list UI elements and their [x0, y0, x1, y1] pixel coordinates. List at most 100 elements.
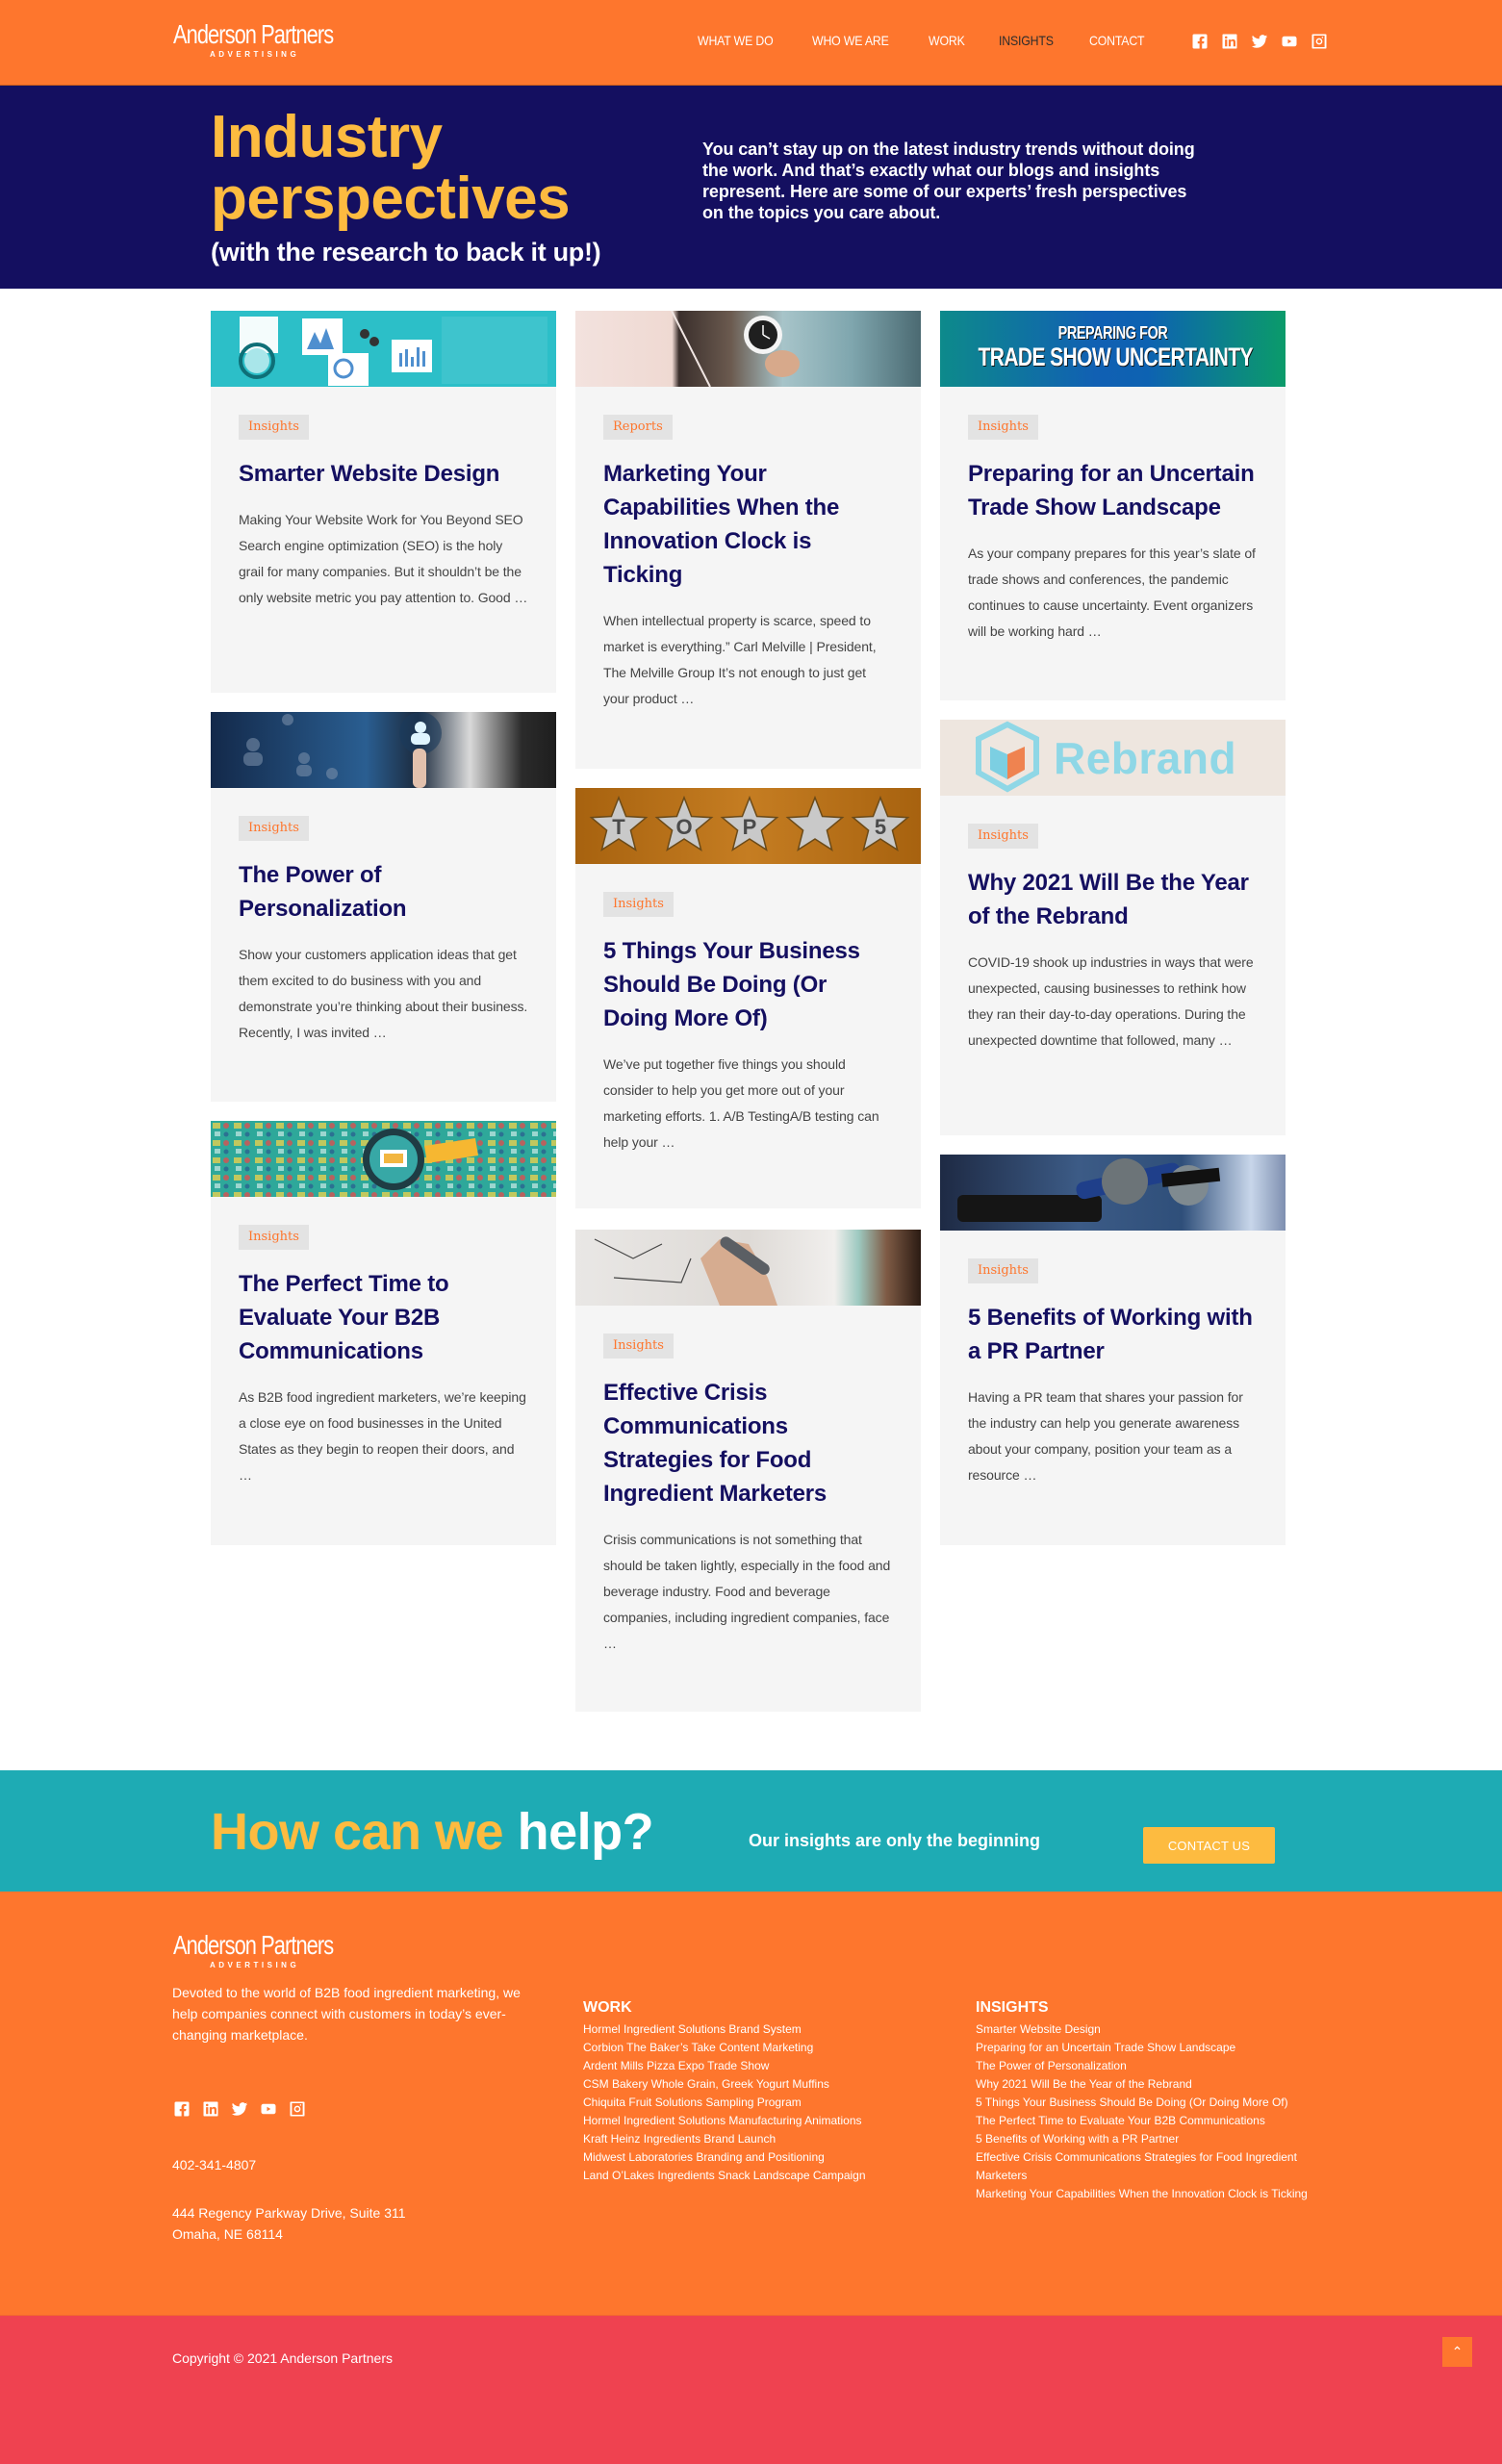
footer-address: 444 Regency Parkway Drive, Suite 311 Oma…: [172, 2202, 406, 2245]
footer-work-link[interactable]: Midwest Laboratories Branding and Positi…: [583, 2148, 866, 2167]
twitter-icon[interactable]: [231, 2100, 248, 2118]
logo-name: Anderson Partners: [173, 19, 334, 49]
footer-work-link[interactable]: Chiquita Fruit Solutions Sampling Progra…: [583, 2094, 866, 2112]
footer-insight-link[interactable]: Marketing Your Capabilities When the Inn…: [976, 2185, 1341, 2203]
footer-logo[interactable]: Anderson Partners ADVERTISING: [173, 1932, 395, 1970]
instagram-icon[interactable]: [289, 2100, 306, 2118]
youtube-icon[interactable]: [260, 2100, 277, 2118]
linkedin-icon[interactable]: [202, 2100, 219, 2118]
footer-work-link[interactable]: Hormel Ingredient Solutions Manufacturin…: [583, 2112, 866, 2130]
twitter-icon[interactable]: [1251, 33, 1268, 50]
card-title[interactable]: The Power of Personalization: [239, 858, 528, 926]
footer-work-link[interactable]: Hormel Ingredient Solutions Brand System: [583, 2020, 866, 2039]
facebook-icon[interactable]: [173, 2100, 191, 2118]
card-image-personalization[interactable]: [211, 712, 556, 788]
star-letter: O: [675, 815, 692, 839]
footer-work-link[interactable]: Corbion The Baker’s Take Content Marketi…: [583, 2039, 866, 2057]
card-title[interactable]: 5 Benefits of Working with a PR Partner: [968, 1301, 1258, 1368]
insight-card[interactable]: Insights Effective Crisis Communications…: [575, 1230, 921, 1712]
footer-phone[interactable]: 402-341-4807: [172, 2157, 256, 2172]
nav-item-work[interactable]: WORK: [929, 33, 965, 48]
trade-show-image-line2: TRADE SHOW UNCERTAINTY: [978, 343, 1253, 371]
footer-insight-link[interactable]: 5 Benefits of Working with a PR Partner: [976, 2130, 1341, 2148]
footer-work-link[interactable]: Land O’Lakes Ingredients Snack Landscape…: [583, 2167, 866, 2185]
insights-grid: Insights Smarter Website Design Making Y…: [0, 289, 1502, 1770]
insight-card[interactable]: Insights The Perfect Time to Evaluate Yo…: [211, 1121, 556, 1545]
card-title[interactable]: The Perfect Time to Evaluate Your B2B Co…: [239, 1267, 528, 1368]
insight-card[interactable]: Reports Marketing Your Capabilities When…: [575, 311, 921, 769]
category-badge[interactable]: Insights: [968, 824, 1038, 849]
star-letter: T: [612, 815, 625, 839]
insight-card[interactable]: PREPARING FOR TRADE SHOW UNCERTAINTY Ins…: [940, 311, 1286, 700]
card-title[interactable]: Preparing for an Uncertain Trade Show La…: [968, 457, 1258, 524]
footer-insight-link[interactable]: Preparing for an Uncertain Trade Show La…: [976, 2039, 1341, 2057]
cta-banner: How can we help? Our insights are only t…: [0, 1770, 1502, 1892]
insight-card[interactable]: T O P 5 Insights 5 Things Your Business Sho…: [575, 788, 921, 1208]
footer-insight-link[interactable]: Smarter Website Design: [976, 2020, 1341, 2039]
address-line-1: 444 Regency Parkway Drive, Suite 311: [172, 2205, 406, 2221]
card-image-website-analytics[interactable]: [211, 311, 556, 387]
card-title[interactable]: Marketing Your Capabilities When the Inn…: [603, 457, 893, 592]
footer-work-link[interactable]: Ardent Mills Pizza Expo Trade Show: [583, 2057, 866, 2075]
nav-item-who-we-are[interactable]: WHO WE ARE: [812, 33, 889, 48]
trade-show-image-line1: PREPARING FOR: [1057, 323, 1168, 343]
cta-subtitle: Our insights are only the beginning: [749, 1831, 1041, 1850]
category-badge[interactable]: Insights: [968, 1258, 1038, 1283]
category-badge[interactable]: Insights: [239, 1225, 309, 1250]
youtube-icon[interactable]: [1281, 33, 1298, 50]
nav-item-contact[interactable]: CONTACT: [1089, 33, 1145, 48]
insight-card[interactable]: Rebrand Insights Why 2021 Will Be the Ye…: [940, 720, 1286, 1135]
footer-logo-tagline: ADVERTISING: [210, 1961, 300, 1969]
nav-item-what-we-do[interactable]: WHAT WE DO: [698, 33, 774, 48]
insight-card[interactable]: Insights 5 Benefits of Working with a PR…: [940, 1155, 1286, 1545]
title-line-1: Industry: [211, 104, 443, 170]
card-title[interactable]: 5 Things Your Business Should Be Doing (…: [603, 934, 893, 1035]
category-badge[interactable]: Insights: [603, 892, 674, 917]
card-image-microphones[interactable]: [940, 1155, 1286, 1231]
footer-insight-link[interactable]: 5 Things Your Business Should Be Doing (…: [976, 2094, 1341, 2112]
category-badge[interactable]: Insights: [603, 1334, 674, 1359]
card-image-crisis[interactable]: [575, 1230, 921, 1306]
card-excerpt: Crisis communications is not something t…: [603, 1532, 891, 1651]
card-excerpt: Having a PR team that shares your passio…: [968, 1389, 1243, 1483]
site-logo[interactable]: Anderson Partners ADVERTISING: [173, 19, 395, 60]
card-image-trade-show[interactable]: PREPARING FOR TRADE SHOW UNCERTAINTY: [940, 311, 1286, 387]
linkedin-icon[interactable]: [1221, 33, 1238, 50]
footer-work-link[interactable]: CSM Bakery Whole Grain, Greek Yogurt Muf…: [583, 2075, 866, 2094]
card-title[interactable]: Why 2021 Will Be the Year of the Rebrand: [968, 866, 1258, 933]
person-touch-photo-icon: [243, 712, 442, 788]
address-line-2: Omaha, NE 68114: [172, 2226, 283, 2242]
insight-card[interactable]: Insights The Power of Personalization Sh…: [211, 712, 556, 1102]
card-excerpt: Making Your Website Work for You Beyond …: [239, 512, 528, 605]
insight-card[interactable]: Insights Smarter Website Design Making Y…: [211, 311, 556, 693]
footer-work-link[interactable]: Kraft Heinz Ingredients Brand Launch: [583, 2130, 866, 2148]
contact-us-button[interactable]: CONTACT US: [1143, 1827, 1275, 1864]
footer-social-links: [173, 2100, 306, 2118]
site-footer: Anderson Partners ADVERTISING Devoted to…: [0, 1892, 1502, 2315]
footer-insight-link[interactable]: Effective Crisis Communications Strategi…: [976, 2148, 1341, 2185]
category-badge[interactable]: Reports: [603, 415, 673, 440]
footer-insight-link[interactable]: The Perfect Time to Evaluate Your B2B Co…: [976, 2112, 1341, 2130]
card-excerpt: When intellectual property is scarce, sp…: [603, 613, 877, 706]
facebook-icon[interactable]: [1191, 33, 1209, 50]
card-image-b2b[interactable]: [211, 1121, 556, 1197]
footer-insight-link[interactable]: The Power of Personalization: [976, 2057, 1341, 2075]
card-title[interactable]: Effective Crisis Communications Strategi…: [603, 1376, 893, 1511]
card-excerpt: We’ve put together five things you shoul…: [603, 1056, 879, 1150]
card-image-clock[interactable]: [575, 311, 921, 387]
footer-work-column: WORK Hormel Ingredient Solutions Brand S…: [583, 1999, 866, 2185]
category-badge[interactable]: Insights: [239, 816, 309, 841]
category-badge[interactable]: Insights: [968, 415, 1038, 440]
card-image-rebrand[interactable]: Rebrand: [940, 720, 1286, 796]
nav-item-insights[interactable]: INSIGHTS: [999, 33, 1054, 48]
card-image-top-5[interactable]: T O P 5: [575, 788, 921, 864]
footer-insight-link[interactable]: Why 2021 Will Be the Year of the Rebrand: [976, 2075, 1341, 2094]
hero-banner: Industry perspectives (with the research…: [0, 86, 1502, 289]
star-letter: P: [743, 815, 757, 839]
page-subtitle: (with the research to back it up!): [211, 238, 601, 267]
scroll-to-top-button[interactable]: ⌃: [1442, 2337, 1472, 2367]
star-shape: [785, 795, 845, 851]
card-title[interactable]: Smarter Website Design: [239, 457, 528, 491]
instagram-icon[interactable]: [1311, 33, 1328, 50]
category-badge[interactable]: Insights: [239, 415, 309, 440]
